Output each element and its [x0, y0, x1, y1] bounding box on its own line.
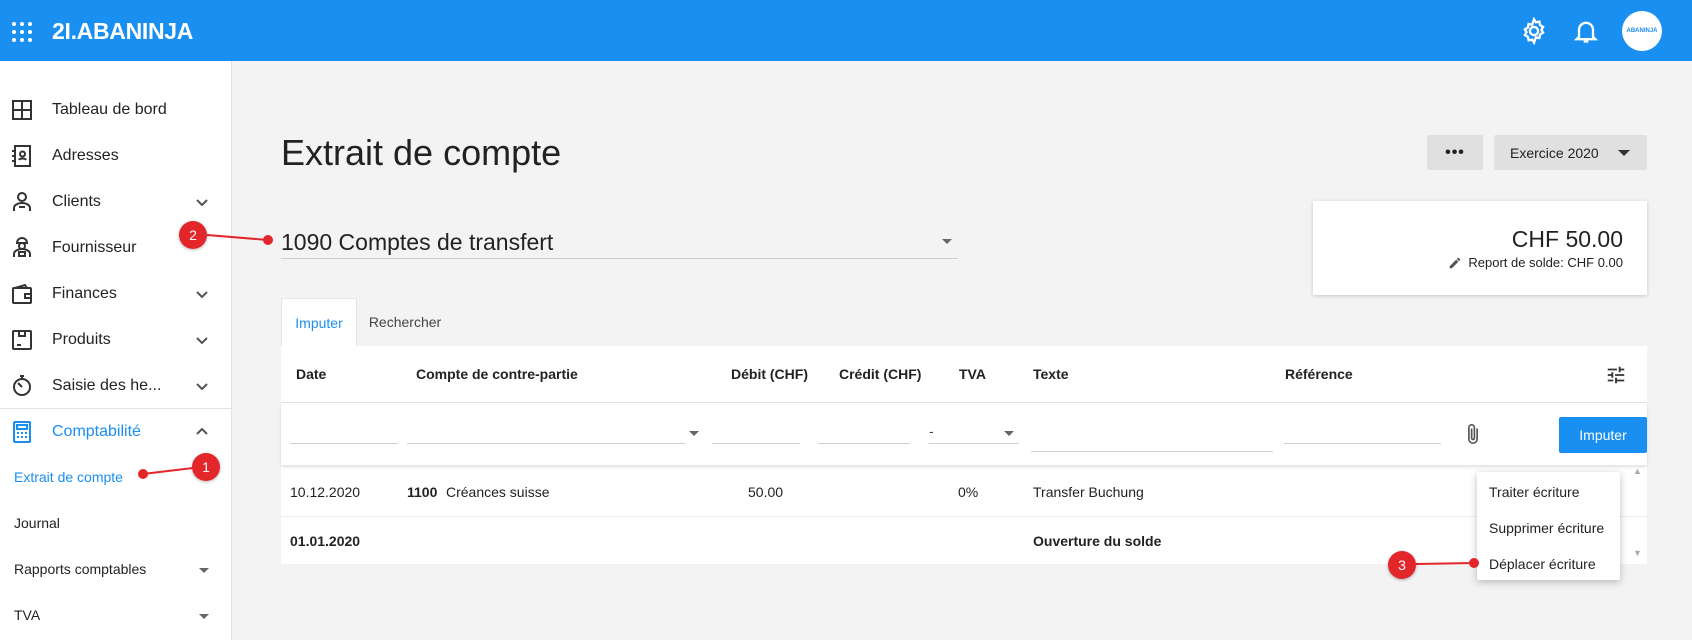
supplier-icon — [13, 237, 31, 257]
sidebar-item-label: Comptabilité — [52, 423, 141, 440]
debit-input[interactable] — [712, 443, 800, 444]
fiscal-year-select[interactable]: Exercice 2020 — [1494, 135, 1647, 170]
chevron-down-icon — [196, 337, 208, 345]
column-header-debit: Débit (CHF) — [731, 366, 808, 382]
account-select[interactable]: 1090 Comptes de transfert — [281, 224, 958, 259]
sidebar-item-label: Fournisseur — [52, 239, 137, 256]
column-header-counter-account: Compte de contre-partie — [416, 366, 578, 382]
sidebar-item-label: Clients — [52, 193, 101, 210]
more-options-button[interactable]: ••• — [1427, 135, 1483, 170]
annotation-badge-2: 2 — [179, 221, 207, 249]
chevron-down-icon — [196, 383, 208, 391]
avatar-text: ABANINJA — [1626, 28, 1658, 34]
column-header-vat: TVA — [959, 366, 986, 382]
app-logo[interactable]: 2I.ABANINJA — [52, 18, 193, 45]
apps-grid-icon[interactable] — [10, 20, 34, 44]
balance-report[interactable]: Report de solde: CHF 0.00 — [1448, 255, 1623, 270]
column-header-date: Date — [296, 366, 327, 382]
sidebar-item-label: Finances — [52, 285, 117, 302]
scroll-down-icon[interactable]: ▼ — [1633, 548, 1642, 558]
sidebar-subitem-vat[interactable]: TVA — [14, 607, 40, 623]
sidebar-item-addresses[interactable]: Adresses — [0, 133, 232, 179]
row-context-menu: Traiter écriture Supprimer écriture Dépl… — [1477, 472, 1620, 580]
stopwatch-icon — [13, 375, 31, 396]
user-avatar[interactable]: ABANINJA — [1622, 11, 1662, 51]
pencil-icon — [1450, 257, 1461, 268]
column-settings-icon[interactable] — [1605, 364, 1627, 386]
entry-form-row: - Imputer — [281, 403, 1647, 465]
row-date: 01.01.2020 — [290, 533, 361, 549]
sidebar-item-time-tracking[interactable]: Saisie des he... — [0, 363, 232, 409]
chevron-up-icon — [196, 427, 208, 435]
sidebar-item-finances[interactable]: Finances — [0, 271, 232, 317]
caret-down-icon — [942, 239, 952, 244]
annotation-badge-3: 3 — [1388, 551, 1416, 579]
tab-rechercher[interactable]: Rechercher — [360, 298, 450, 346]
sidebar-subitem-accounting-reports[interactable]: Rapports comptables — [14, 561, 146, 577]
row-text: Ouverture du solde — [1033, 533, 1162, 549]
balance-amount: CHF 50.00 — [1511, 226, 1623, 252]
top-bar: 2I.ABANINJA ABANINJA — [0, 0, 1692, 61]
table-row[interactable]: 01.01.2020 Ouverture du solde — [281, 517, 1647, 566]
column-header-reference: Référence — [1285, 366, 1353, 382]
wallet-icon — [12, 283, 32, 304]
sidebar-item-accounting[interactable]: Comptabilité — [0, 409, 232, 455]
sidebar-item-label: Adresses — [52, 147, 119, 164]
sidebar-item-label: Tableau de bord — [52, 101, 167, 118]
settings-gear-icon[interactable] — [1520, 17, 1548, 45]
sidebar-item-dashboard[interactable]: Tableau de bord — [0, 87, 232, 133]
menu-item-move-entry[interactable]: Déplacer écriture — [1489, 556, 1596, 572]
column-header-credit: Crédit (CHF) — [839, 366, 922, 382]
sidebar-item-label: Saisie des he... — [52, 377, 162, 394]
caret-down-icon — [1618, 150, 1630, 156]
row-account-name: Créances suisse — [446, 484, 550, 500]
tab-imputer[interactable]: Imputer — [281, 298, 357, 346]
row-vat: 0% — [958, 484, 979, 500]
menu-item-delete-entry[interactable]: Supprimer écriture — [1489, 520, 1604, 536]
fiscal-year-label: Exercice 2020 — [1510, 144, 1599, 161]
row-debit: 50.00 — [748, 484, 784, 500]
chevron-down-icon — [196, 291, 208, 299]
account-select-value: 1090 Comptes de transfert — [281, 229, 554, 255]
row-date: 10.12.2020 — [290, 484, 361, 500]
caret-down-icon — [199, 568, 209, 573]
scroll-up-icon[interactable]: ▲ — [1633, 466, 1642, 476]
caret-down-icon — [199, 614, 209, 619]
counter-account-select[interactable] — [407, 443, 685, 444]
attachment-icon[interactable] — [1462, 421, 1484, 447]
caret-down-icon — [1004, 431, 1014, 436]
vat-select[interactable] — [929, 443, 1019, 444]
caret-down-icon — [689, 431, 699, 436]
sidebar-item-label: Produits — [52, 331, 111, 348]
calculator-icon — [13, 421, 31, 443]
address-book-icon — [12, 145, 31, 167]
column-header-text: Texte — [1033, 366, 1069, 382]
menu-item-edit-entry[interactable]: Traiter écriture — [1489, 484, 1580, 500]
text-input[interactable] — [1031, 451, 1273, 452]
sidebar: Tableau de bord Adresses Clients Fournis… — [0, 61, 232, 640]
vat-select-value[interactable]: - — [929, 423, 934, 439]
page-title: Extrait de compte — [281, 132, 562, 173]
sidebar-subitem-account-statement[interactable]: Extrait de compte — [14, 469, 123, 485]
annotation-badge-1: 1 — [192, 453, 220, 481]
table-row[interactable]: 10.12.2020 1100 Créances suisse 50.00 0%… — [281, 468, 1647, 517]
sidebar-item-clients[interactable]: Clients — [0, 179, 232, 225]
submit-entry-button[interactable]: Imputer — [1559, 417, 1647, 453]
dashboard-icon — [12, 100, 32, 120]
products-icon — [12, 330, 32, 350]
sidebar-item-products[interactable]: Produits — [0, 317, 232, 363]
sidebar-subitem-journal[interactable]: Journal — [14, 515, 60, 531]
notification-bell-icon[interactable] — [1572, 17, 1600, 45]
chevron-down-icon — [196, 199, 208, 207]
entries-table: Date Compte de contre-partie Débit (CHF)… — [281, 346, 1647, 564]
credit-input[interactable] — [818, 443, 910, 444]
balance-card: CHF 50.00 Report de solde: CHF 0.00 — [1313, 201, 1647, 295]
row-account-number: 1100 — [407, 484, 438, 500]
row-text: Transfer Buchung — [1033, 484, 1144, 500]
date-input[interactable] — [290, 443, 398, 444]
balance-report-text: Report de solde: CHF 0.00 — [1468, 255, 1623, 270]
clients-icon — [13, 192, 31, 211]
reference-input[interactable] — [1284, 443, 1441, 444]
